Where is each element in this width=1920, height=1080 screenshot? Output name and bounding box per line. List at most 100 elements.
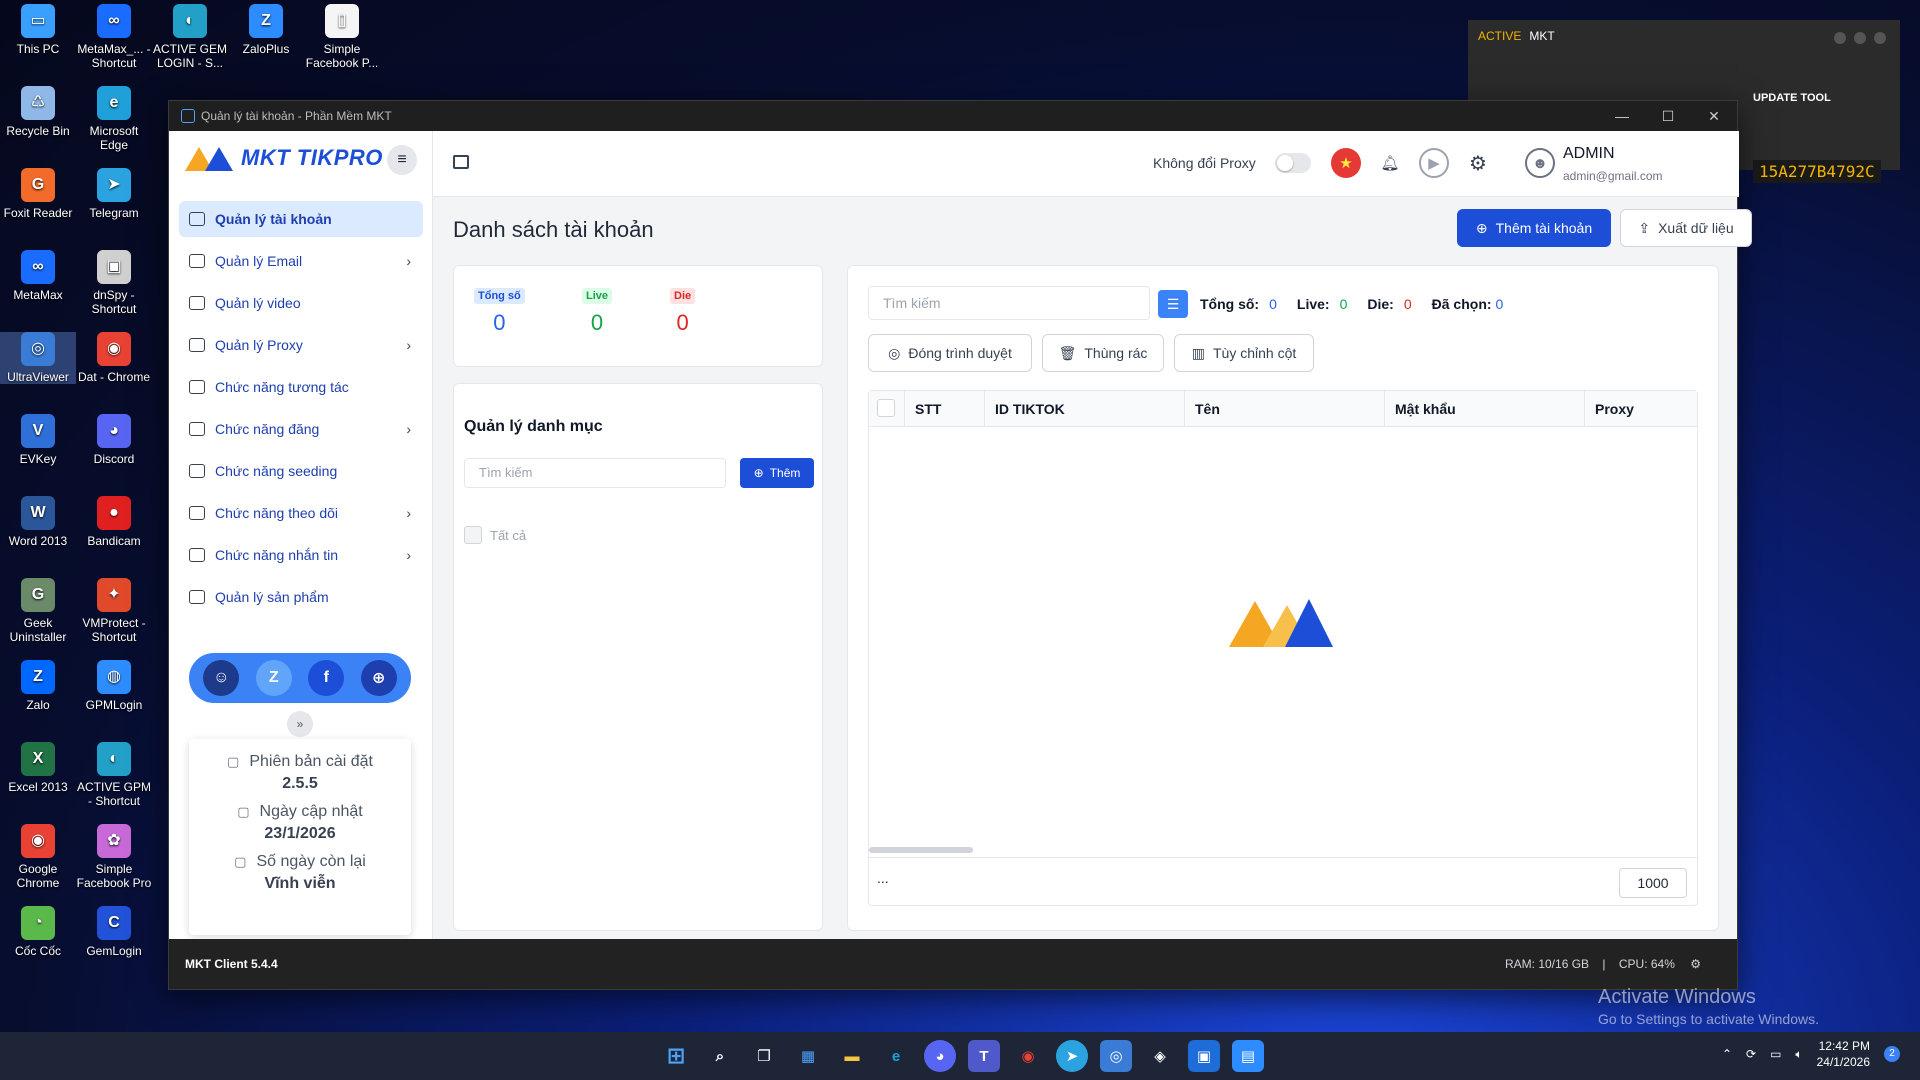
export-button[interactable]: ⇪ Xuất dữ liệu (1620, 209, 1752, 247)
desktop-icon[interactable]: V EVKey (0, 414, 76, 466)
mkt-tikpro-icon[interactable]: ▤ (1232, 1040, 1264, 1072)
gear-icon[interactable]: ⚙ (1690, 957, 1701, 971)
update-tool-label[interactable]: UPDATE TOOL (1753, 92, 1831, 104)
sidebar-item[interactable]: Chức năng theo dõi › (179, 495, 423, 531)
globe-icon[interactable]: ⊕ (360, 660, 397, 696)
column-header[interactable]: Proxy (1585, 391, 1697, 426)
menu-toggle-icon[interactable]: ≡ (387, 145, 417, 175)
desktop-icon[interactable]: G Geek Uninstaller (0, 578, 76, 644)
sidebar-item[interactable]: Chức năng seeding (179, 453, 423, 489)
sync-icon[interactable]: ⟳ (1746, 1047, 1756, 1061)
telegram-icon[interactable]: ➤ (1056, 1040, 1088, 1072)
desktop-icon[interactable]: C GemLogin (76, 906, 152, 958)
horizontal-scrollbar[interactable] (869, 847, 973, 853)
trash-button[interactable]: 🗑︎ Thùng rác (1042, 334, 1164, 372)
desktop-icon[interactable]: X Excel 2013 (0, 742, 76, 794)
column-header[interactable]: ID TIKTOK (985, 391, 1185, 426)
title-bar[interactable]: Quản lý tài khoản - Phần Mềm MKT — ☐ ✕ (169, 101, 1737, 131)
checkbox[interactable] (464, 526, 482, 544)
desktop-icon[interactable]: ∞ MetaMax (0, 250, 76, 302)
desktop-icon[interactable]: ◉ Google Chrome (0, 824, 76, 890)
add-category-button[interactable]: ⊕ Thêm (740, 458, 814, 488)
chevron-down-icon[interactable]: » (287, 711, 313, 737)
facebook-icon[interactable]: f (308, 660, 345, 696)
minimize-button[interactable]: — (1599, 101, 1645, 131)
category-search-input[interactable]: Tìm kiếm (464, 458, 726, 488)
start-icon[interactable]: ⊞ (660, 1040, 692, 1072)
volume-icon[interactable]: 🔈︎ (1795, 1047, 1802, 1062)
bell-icon[interactable]: 🔔︎ (1375, 148, 1405, 178)
more-options[interactable]: ... (877, 870, 889, 886)
proxy-toggle[interactable] (1275, 153, 1311, 173)
desktop-icon[interactable]: G Foxit Reader (0, 168, 76, 220)
sidebar-item[interactable]: Quản lý tài khoản (179, 201, 423, 237)
zalo-icon[interactable]: Z (255, 660, 292, 696)
filter-icon[interactable]: ☰ (1158, 290, 1188, 318)
desktop-icon[interactable]: ◍ GPMLogin (76, 660, 152, 712)
mkt-client-icon[interactable]: ▣ (1188, 1040, 1220, 1072)
customize-columns-button[interactable]: ▥ Tùy chỉnh cột (1174, 334, 1314, 372)
maximize-button[interactable]: ☐ (1645, 101, 1691, 131)
checkbox[interactable] (877, 399, 895, 417)
teams-icon[interactable]: T (968, 1040, 1000, 1072)
chrome-icon[interactable]: ◉ (1012, 1040, 1044, 1072)
play-icon[interactable]: ▶ (1419, 148, 1449, 178)
avatar[interactable]: ☻ (1525, 148, 1555, 178)
sidebar-item[interactable]: Quản lý video (179, 285, 423, 321)
sidebar-item[interactable]: Chức năng nhắn tin › (179, 537, 423, 573)
select-all-category[interactable]: Tất cả (464, 526, 526, 544)
desktop-icon[interactable]: ➤ Telegram (76, 168, 152, 220)
sidebar-item[interactable]: Quản lý sản phẩm (179, 579, 423, 615)
desktop-icon[interactable]: ◕ Discord (76, 414, 152, 466)
search-icon[interactable]: ⌕ (704, 1040, 736, 1072)
panel-toggle-icon[interactable] (453, 155, 469, 169)
desktop-icon[interactable]: ◐ ACTIVE GPM - Shortcut (76, 742, 152, 808)
desktop-icon[interactable]: ◐ ACTIVE GEM LOGIN - S... (152, 4, 228, 70)
gear-icon[interactable]: ⚙ (1463, 148, 1493, 178)
desktop-icon[interactable]: ✿ Simple Facebook Pro (76, 824, 152, 890)
sidebar-item[interactable]: Quản lý Proxy › (179, 327, 423, 363)
widgets-icon[interactable]: ▦ (792, 1040, 824, 1072)
notification-badge[interactable]: 2 (1884, 1046, 1900, 1062)
sidebar-item[interactable]: Chức năng tương tác (179, 369, 423, 405)
desktop-icon[interactable]: ◔ Cốc Cốc (0, 906, 76, 958)
control-dot[interactable] (1834, 32, 1846, 44)
column-header[interactable]: Tên (1185, 391, 1385, 426)
edge-icon[interactable]: e (880, 1040, 912, 1072)
desktop-icon[interactable]: W Word 2013 (0, 496, 76, 548)
column-header[interactable]: Mật khẩu (1385, 391, 1585, 426)
vietnam-flag-icon[interactable]: ★ (1331, 148, 1361, 178)
app-icon[interactable]: ◈ (1144, 1040, 1176, 1072)
page-size-input[interactable]: 1000 (1619, 868, 1687, 898)
add-account-button[interactable]: ⊕ Thêm tài khoản (1457, 209, 1611, 247)
chevron-up-icon[interactable]: ⌃ (1722, 1047, 1732, 1061)
desktop-icon[interactable]: e Microsoft Edge (76, 86, 152, 152)
desktop-icon[interactable]: Z Zalo (0, 660, 76, 712)
window-controls[interactable] (1834, 32, 1886, 44)
sidebar-item[interactable]: Quản lý Email › (179, 243, 423, 279)
control-dot[interactable] (1854, 32, 1866, 44)
desktop-icon[interactable]: ▣ dnSpy - Shortcut (76, 250, 152, 316)
close-button[interactable]: ✕ (1691, 101, 1737, 131)
desktop-icon[interactable]: ◉ Dat - Chrome (76, 332, 152, 384)
desktop-icon[interactable]: ∞ MetaMax_... - Shortcut (76, 4, 152, 70)
file-explorer-icon[interactable]: ▬ (836, 1040, 868, 1072)
desktop-icon[interactable]: ◎ UltraViewer (0, 332, 76, 384)
support-icon[interactable]: ☺ (203, 660, 240, 696)
ultraviewer-icon[interactable]: ◎ (1100, 1040, 1132, 1072)
desktop-icon[interactable]: Z ZaloPlus (228, 4, 304, 56)
desktop-icon[interactable]: ● Bandicam (76, 496, 152, 548)
desktop-icon[interactable]: ▯ Simple Facebook P... (304, 4, 380, 70)
close-browser-button[interactable]: ◎ Đóng trình duyệt (868, 334, 1032, 372)
control-dot[interactable] (1874, 32, 1886, 44)
desktop-icon[interactable]: ✦ VMProtect - Shortcut (76, 578, 152, 644)
column-header[interactable]: STT (905, 391, 985, 426)
monitor-icon[interactable]: ▭ (1770, 1047, 1781, 1061)
discord-icon[interactable]: ◕ (924, 1040, 956, 1072)
task-view-icon[interactable]: ❐ (748, 1040, 780, 1072)
desktop-icon[interactable]: ♺ Recycle Bin (0, 86, 76, 138)
desktop-icon[interactable]: ▭ This PC (0, 4, 76, 56)
account-search-input[interactable]: Tìm kiếm (868, 286, 1150, 320)
sidebar-item[interactable]: Chức năng đăng › (179, 411, 423, 447)
clock[interactable]: 12:42 PM 24/1/2026 (1817, 1038, 1870, 1070)
